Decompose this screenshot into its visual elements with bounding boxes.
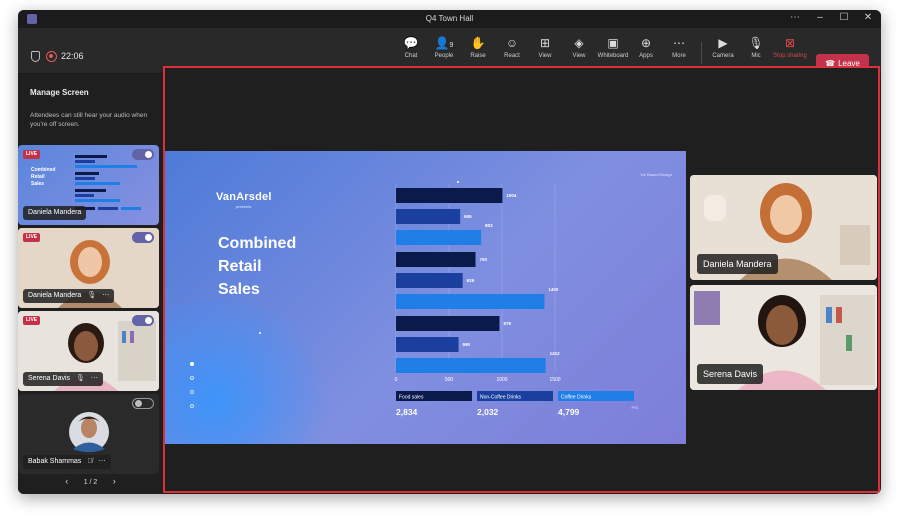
data-label: 1412	[550, 351, 561, 356]
chat-button[interactable]: 💬 Chat	[393, 35, 429, 69]
minimize-icon[interactable]: –	[811, 12, 829, 23]
people-button[interactable]: 👤9 People	[426, 35, 462, 69]
apps-button[interactable]: ⊕ Apps	[628, 35, 664, 69]
view-icon: ◈	[574, 36, 584, 50]
participant-name: Daniela Mandera	[697, 254, 778, 274]
whiteboard-button[interactable]: ▣ Whiteboard	[595, 35, 631, 69]
window-title: Q4 Town Hall	[425, 14, 474, 23]
participant-tile-babak[interactable]: Babak Shammas 🎙̸ ⋯	[18, 394, 159, 474]
participant-name: Serena Davis 🎙 ⋯	[23, 372, 103, 386]
bar-chart: 0 500 1000 1500 1004 605 803 750 629 1400 976 590 14…	[395, 184, 634, 417]
bar	[396, 209, 461, 224]
bar	[396, 316, 500, 331]
view-button-2[interactable]: ◈ View	[561, 35, 597, 69]
legend-value: 2,032	[477, 407, 499, 417]
x-tick-label: 1000	[496, 377, 507, 383]
participant-name: Babak Shammas 🎙̸ ⋯	[23, 455, 111, 469]
shield-icon	[31, 51, 40, 62]
panel-note: Attendees can still hear your audio when…	[30, 112, 148, 128]
x-tick-label: 1500	[549, 377, 560, 383]
close-icon[interactable]: ✕	[859, 12, 877, 23]
people-icon: 👤9	[434, 36, 454, 50]
bar	[396, 252, 476, 267]
shared-slide: VanArsdel presents Combined Retail Sales…	[165, 151, 686, 444]
pager: ‹ 1 / 2 ›	[18, 476, 163, 486]
view-icon: ⊞	[539, 36, 551, 50]
bar	[396, 358, 546, 373]
participant-name: Daniela Mandera	[23, 206, 87, 220]
legend-value: 2,834	[396, 407, 418, 417]
bar	[396, 188, 503, 203]
manage-screen-panel: Manage Screen Attendees can still hear y…	[18, 74, 163, 494]
bar	[396, 230, 482, 245]
data-label: 629	[467, 278, 475, 283]
data-label: 976	[503, 321, 511, 326]
more-icon: ⋯	[102, 292, 110, 299]
chevron-left-icon[interactable]: ‹	[52, 476, 82, 486]
data-label: 803	[485, 223, 493, 228]
bar	[396, 273, 463, 288]
raise-hand-button[interactable]: ✋ Raise	[460, 35, 496, 69]
chevron-right-icon[interactable]: ›	[99, 476, 129, 486]
apps-icon: ⊕	[640, 36, 652, 50]
view-button[interactable]: ⊞ View	[527, 35, 563, 69]
toolbar-divider	[701, 42, 702, 64]
chat-icon: 💬	[403, 36, 419, 50]
data-label: 750	[480, 257, 488, 262]
whiteboard-icon: ▣	[607, 36, 619, 50]
participant-name: Daniela Mandera 🎙 ⋯	[23, 289, 115, 303]
more-icon: ⋯	[98, 458, 106, 465]
legend-label: Food sales	[399, 395, 424, 401]
bar	[396, 294, 545, 309]
x-tick-label: 0	[395, 377, 398, 383]
camera-icon: ▶	[718, 36, 728, 50]
stop-sharing-button[interactable]: ⊠ Stop sharing	[772, 35, 808, 69]
title-bar: Q4 Town Hall ⋯ – ☐ ✕	[18, 10, 881, 28]
data-label: 1400	[548, 287, 559, 292]
react-button[interactable]: ☺ React	[494, 35, 530, 69]
participant-tile-serena[interactable]: LIVE Serena Davis 🎙 ⋯	[18, 311, 159, 391]
participant-tile-screen[interactable]: Combined Retail Sales LIVE Daniela Mande…	[18, 145, 159, 225]
legend-value: 4,799	[558, 407, 580, 417]
more-button[interactable]: ⋯ More	[661, 35, 697, 69]
on-screen-toggle[interactable]	[132, 149, 154, 160]
mic-button[interactable]: 🎙 Mic	[738, 35, 774, 69]
page-label: PIS	[631, 405, 638, 410]
data-label: 1004	[506, 193, 517, 198]
on-screen-toggle[interactable]	[132, 398, 154, 409]
react-icon: ☺	[505, 36, 519, 50]
data-label: 605	[464, 214, 472, 219]
live-badge: LIVE	[23, 150, 41, 159]
mic-icon: 🎙	[87, 292, 97, 299]
more-options-icon[interactable]: ⋯	[786, 12, 804, 23]
camera-button[interactable]: ▶ Camera	[705, 35, 741, 69]
live-badge: LIVE	[23, 233, 41, 242]
more-icon: ⋯	[90, 375, 98, 382]
panel-title: Manage Screen	[30, 88, 89, 97]
on-screen-toggle[interactable]	[132, 315, 154, 326]
bar	[396, 337, 459, 352]
video-serena[interactable]: Serena Davis	[690, 285, 877, 390]
meeting-timer: 22:06	[61, 51, 84, 61]
stop-sharing-icon: ⊠	[784, 36, 796, 50]
on-screen-toggle[interactable]	[132, 232, 154, 243]
teams-window: Q4 Town Hall ⋯ – ☐ ✕ 22:06 💬 Chat 👤9 Peo…	[18, 10, 881, 494]
participant-tile-daniela[interactable]: LIVE Daniela Mandera 🎙 ⋯	[18, 228, 159, 308]
maximize-icon[interactable]: ☐	[835, 12, 853, 23]
legend-label: Non-Coffee Drinks	[480, 395, 522, 401]
live-badge: LIVE	[23, 316, 41, 325]
x-tick-label: 500	[445, 377, 454, 383]
more-icon: ⋯	[673, 36, 685, 50]
mic-icon: 🎙	[748, 36, 764, 50]
video-daniela[interactable]: Daniela Mandera	[690, 175, 877, 280]
data-label: 590	[463, 342, 471, 347]
participant-name: Serena Davis	[697, 364, 764, 384]
mic-muted-icon: 🎙̸	[87, 458, 93, 465]
mic-icon: 🎙	[76, 375, 85, 382]
legend-label: Coffee Drinks	[561, 395, 592, 401]
recording-icon	[46, 51, 57, 62]
raise-hand-icon: ✋	[470, 36, 486, 50]
